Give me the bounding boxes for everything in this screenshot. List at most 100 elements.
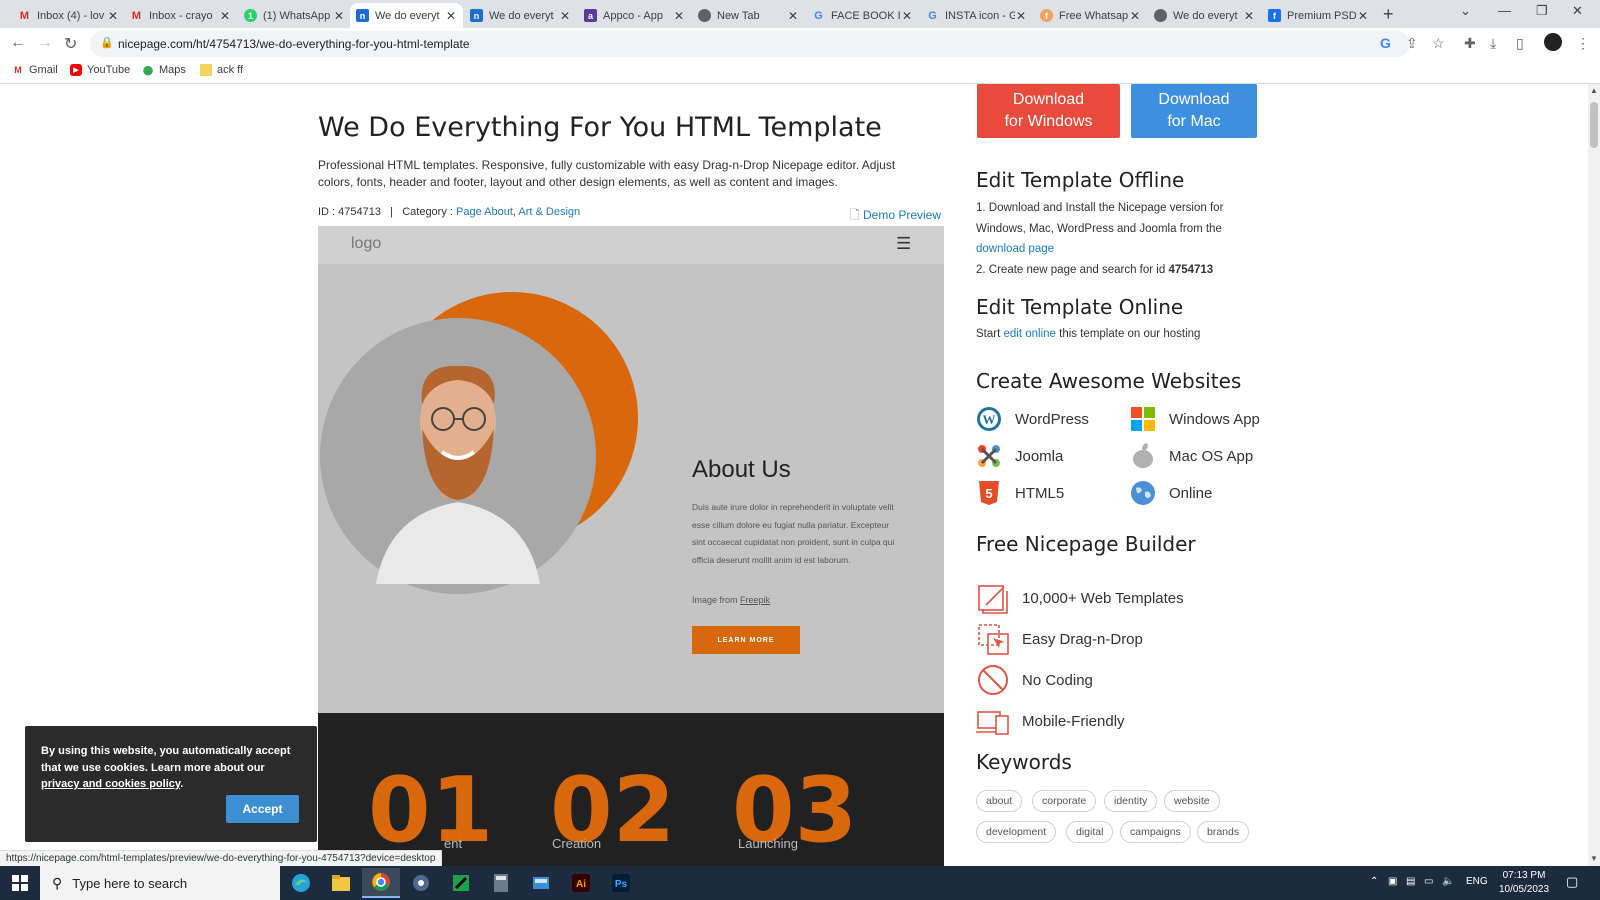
tray-app-icon[interactable]: ▣	[1388, 876, 1397, 887]
google-lens-icon[interactable]: G	[1380, 35, 1391, 51]
platform-joomla[interactable]: Joomla	[976, 443, 1063, 469]
scrollbar-thumb[interactable]	[1590, 102, 1598, 148]
keyword-tag[interactable]: development	[976, 821, 1057, 843]
platform-windows-app[interactable]: Windows App	[1130, 406, 1260, 432]
freepik-link[interactable]: Freepik	[740, 595, 770, 605]
edit-online-heading: Edit Template Online	[976, 295, 1184, 319]
close-icon[interactable]: ✕	[219, 9, 231, 23]
start-button[interactable]	[0, 866, 40, 900]
back-icon[interactable]: ←	[10, 34, 26, 52]
category-link-page-about[interactable]: Page About	[456, 206, 513, 218]
close-icon[interactable]: ✕	[673, 9, 685, 23]
svg-text:Ai: Ai	[576, 879, 586, 890]
language-indicator[interactable]: ENG	[1466, 876, 1488, 887]
illustrator-app[interactable]: Ai	[562, 868, 600, 898]
close-icon[interactable]: ✕	[901, 9, 913, 23]
notifications-icon[interactable]: ▢	[1566, 874, 1578, 890]
scroll-up-icon[interactable]: ▲	[1590, 86, 1598, 95]
control-panel-app[interactable]	[522, 868, 560, 898]
keyword-tag[interactable]: website	[1164, 790, 1220, 812]
platform-wordpress[interactable]: W WordPress	[976, 406, 1089, 432]
restore-icon[interactable]: ❐	[1536, 3, 1548, 19]
edit-online-link[interactable]: edit online	[1004, 328, 1056, 340]
side-panel-icon[interactable]: ▯	[1516, 35, 1524, 52]
photoshop-app[interactable]: Ps	[602, 868, 640, 898]
keyword-tag[interactable]: digital	[1066, 821, 1114, 843]
keyword-tag[interactable]: campaigns	[1120, 821, 1191, 843]
platform-mac-os-app[interactable]: Mac OS App	[1130, 443, 1253, 469]
tab-free-whatsapp[interactable]: f Free Whatsap ✕	[1034, 3, 1147, 28]
download-windows-button[interactable]: Download for Windows	[977, 84, 1120, 138]
platform-html5[interactable]: 5 HTML5	[976, 480, 1064, 506]
tab-nicepage-3[interactable]: We do everyt ✕	[1148, 3, 1261, 28]
share-icon[interactable]: ⇪	[1406, 35, 1418, 52]
privacy-policy-link[interactable]: privacy and cookies policy	[41, 778, 180, 790]
close-icon[interactable]: ✕	[559, 9, 571, 23]
download-windows-line1: Download	[1012, 91, 1085, 108]
minimize-icon[interactable]: —	[1498, 3, 1511, 18]
accept-cookies-button[interactable]: Accept	[226, 795, 299, 823]
download-mac-line1: Download	[1158, 91, 1230, 108]
close-icon[interactable]: ✕	[787, 9, 799, 23]
platform-online[interactable]: Online	[1130, 480, 1212, 506]
close-icon[interactable]: ✕	[1129, 9, 1141, 23]
tab-whatsapp[interactable]: 1 (1) WhatsApp ✕	[238, 3, 351, 28]
close-icon[interactable]: ✕	[1243, 9, 1255, 23]
edge-app[interactable]	[282, 868, 320, 898]
tab-nicepage-active[interactable]: n We do everyt ✕	[350, 3, 463, 28]
page-scrollbar[interactable]: ▲ ▼	[1588, 84, 1600, 866]
close-icon[interactable]: ✕	[445, 9, 457, 23]
template-preview[interactable]: logo ☰ About Us Duis aute irure dolor in…	[318, 226, 944, 866]
close-icon[interactable]: ✕	[1015, 9, 1027, 23]
tab-nicepage-2[interactable]: n We do everyt ✕	[464, 3, 577, 28]
chrome-app[interactable]	[362, 868, 400, 898]
tab-premium-psd[interactable]: f Premium PSD ✕	[1262, 3, 1375, 28]
address-bar[interactable]: 🔒 nicepage.com/ht/4754713/we-do-everythi…	[90, 31, 1410, 57]
category-link-art-design[interactable]: Art & Design	[518, 206, 580, 218]
keyword-tag[interactable]: about	[976, 790, 1023, 812]
bookmark-maps[interactable]: ⬤ Maps	[142, 64, 186, 76]
tab-gmail-inbox-2[interactable]: M Inbox - crayo ✕	[124, 3, 237, 28]
download-page-link[interactable]: download page	[976, 243, 1054, 255]
youtube-icon: ▶	[70, 64, 82, 76]
download-mac-button[interactable]: Download for Mac	[1131, 84, 1257, 138]
network-icon[interactable]: ▭	[1424, 876, 1433, 887]
file-explorer-app[interactable]	[322, 868, 360, 898]
window-close-icon[interactable]: ✕	[1572, 3, 1583, 19]
new-tab-button[interactable]: +	[1383, 4, 1394, 25]
keyword-tag[interactable]: corporate	[1032, 790, 1097, 812]
bookmark-gmail[interactable]: M Gmail	[12, 64, 57, 76]
green-app[interactable]	[442, 868, 480, 898]
reload-icon[interactable]: ↻	[64, 34, 77, 54]
bookmark-folder[interactable]: ack ff	[200, 64, 243, 76]
tray-chevron-icon[interactable]: ⌃	[1370, 876, 1378, 887]
menu-icon[interactable]: ⋮	[1576, 35, 1590, 52]
url-text[interactable]: nicepage.com/ht/4754713/we-do-everything…	[118, 37, 470, 51]
keyword-tag[interactable]: brands	[1197, 821, 1250, 843]
scroll-down-icon[interactable]: ▼	[1590, 854, 1598, 863]
demo-preview-link[interactable]: 🗋 Demo Preview	[850, 206, 941, 227]
taskbar-search-box[interactable]: ⚲ Type here to search	[40, 866, 280, 900]
close-icon[interactable]: ✕	[107, 9, 119, 23]
bookmark-youtube[interactable]: ▶ YouTube	[70, 64, 130, 76]
tab-facebook-icon-search[interactable]: G FACE BOOK IC ✕	[806, 3, 919, 28]
tab-gmail-inbox-1[interactable]: M Inbox (4) - lov ✕	[12, 3, 125, 28]
tab-insta-icon-search[interactable]: G INSTA icon - G ✕	[920, 3, 1033, 28]
close-icon[interactable]: ✕	[333, 9, 345, 23]
extensions-icon[interactable]: ✚	[1464, 35, 1476, 52]
taskbar-clock[interactable]: 07:13 PM 10/05/2023	[1494, 869, 1554, 897]
volume-icon[interactable]: 🔈	[1442, 876, 1454, 887]
profile-avatar[interactable]	[1544, 33, 1562, 51]
settings-app[interactable]	[402, 868, 440, 898]
tab-appco[interactable]: a Appco - App ✕	[578, 3, 691, 28]
tab-search-icon[interactable]: ⌄	[1460, 3, 1471, 19]
bookmark-star-icon[interactable]: ☆	[1432, 35, 1445, 52]
keyword-tag[interactable]: identity	[1104, 790, 1158, 812]
close-icon[interactable]: ✕	[1357, 9, 1369, 23]
learn-more-button[interactable]: LEARN MORE	[692, 626, 800, 654]
download-icon[interactable]: ⤓	[1490, 35, 1496, 52]
tab-new-tab[interactable]: New Tab ✕	[692, 3, 805, 28]
forward-icon[interactable]: →	[37, 34, 53, 52]
tray-app-icon-2[interactable]: ▤	[1406, 876, 1415, 887]
calculator-app[interactable]	[482, 868, 520, 898]
